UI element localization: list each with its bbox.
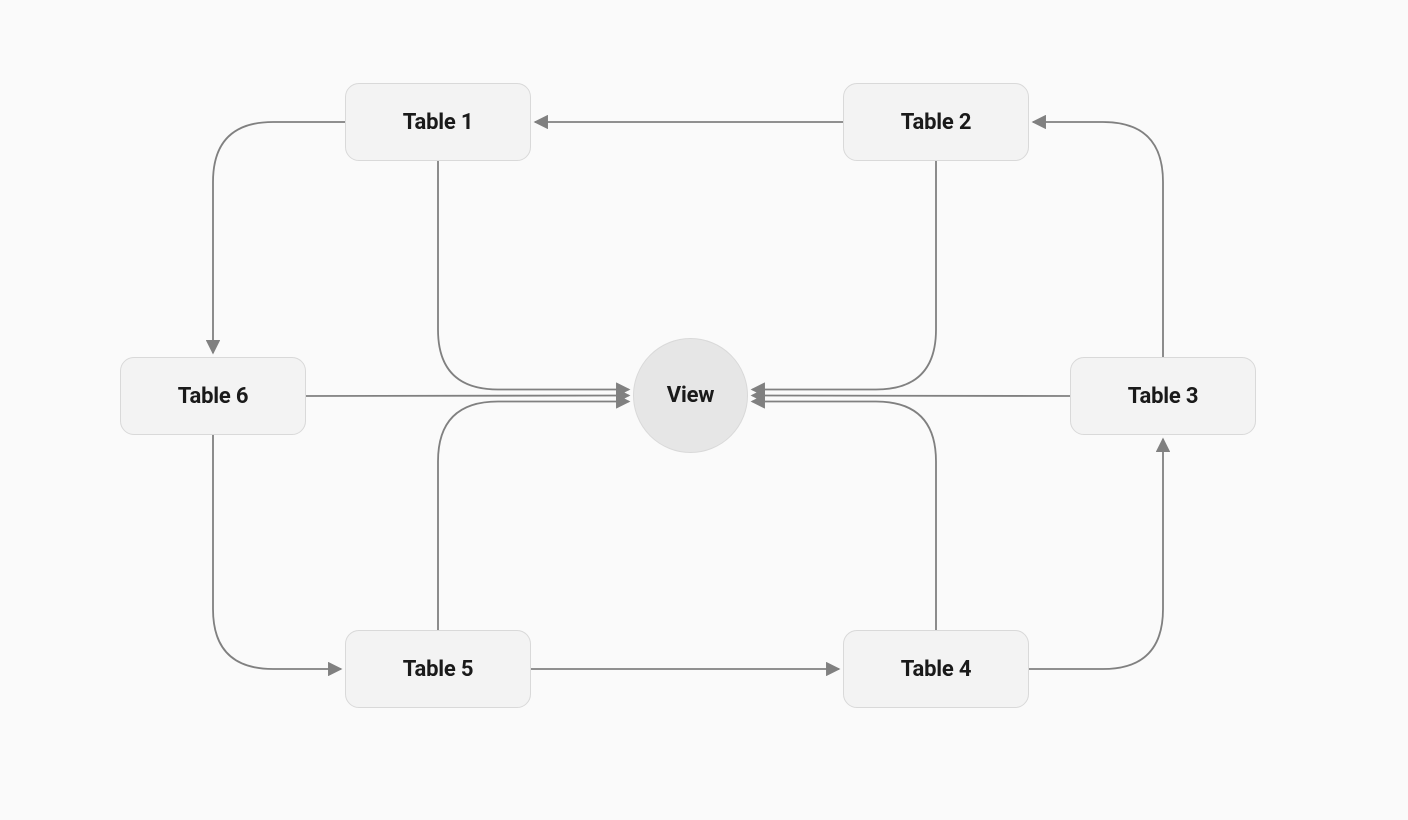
node-table-1: Table 1 [345,83,531,161]
edge [752,396,1070,397]
node-label: Table 5 [403,657,474,682]
edge [213,122,345,353]
node-label: Table 4 [901,657,972,682]
node-table-6: Table 6 [120,357,306,435]
edge [438,161,629,390]
edge [1029,439,1163,669]
diagram-canvas: Table 1 Table 2 Table 3 Table 4 Table 5 … [0,0,1408,820]
node-label: View [667,383,714,408]
edge [752,402,936,631]
node-label: Table 6 [178,384,249,409]
edge [306,396,629,397]
node-label: Table 3 [1128,384,1199,409]
node-table-4: Table 4 [843,630,1029,708]
node-label: Table 2 [901,110,972,135]
node-label: Table 1 [403,110,474,135]
node-table-2: Table 2 [843,83,1029,161]
edge [213,435,341,669]
node-view: View [633,338,748,453]
edge [752,161,936,390]
edge [1033,122,1163,357]
edge [438,402,629,631]
node-table-5: Table 5 [345,630,531,708]
node-table-3: Table 3 [1070,357,1256,435]
